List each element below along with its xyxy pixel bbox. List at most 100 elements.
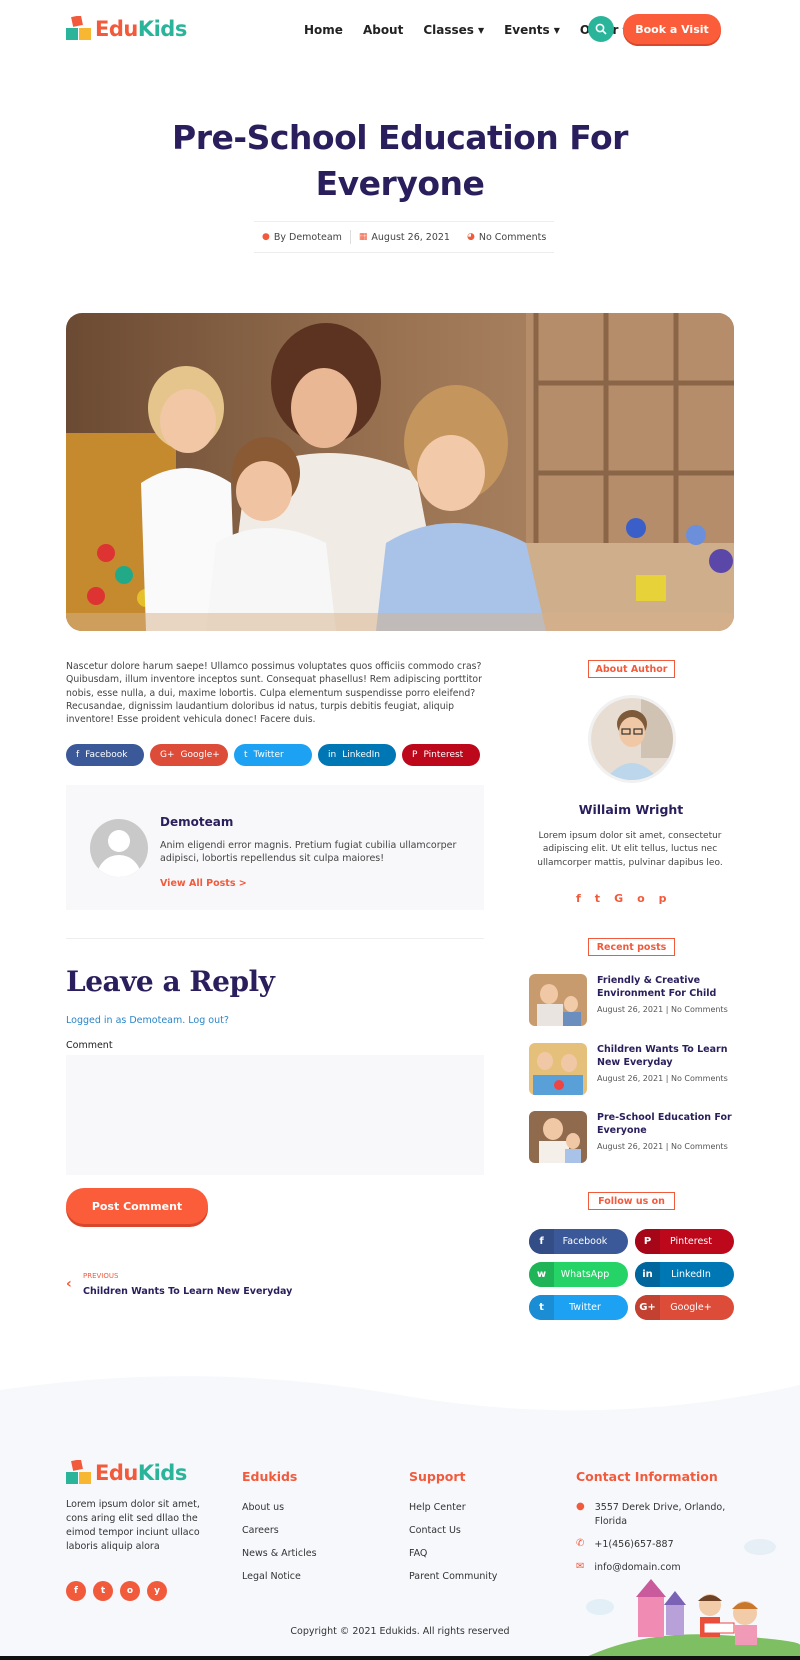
google-plus-icon: G+ xyxy=(635,1295,660,1320)
divider xyxy=(66,938,484,939)
calendar-icon: ▦ xyxy=(358,232,368,242)
pinterest-icon: P xyxy=(412,750,418,760)
footer-about: Lorem ipsum dolor sit amet, cons aring e… xyxy=(66,1499,200,1552)
pinterest-icon[interactable]: p xyxy=(659,892,667,905)
footer-logo[interactable]: EduKids xyxy=(66,1460,187,1486)
follow-buttons: f Facebook P Pinterest w WhatsApp in LinkedI… xyxy=(529,1229,734,1320)
twitter-icon: t xyxy=(529,1295,554,1320)
hero-image xyxy=(66,313,734,631)
twitter-icon[interactable]: t xyxy=(595,892,600,905)
youtube-icon[interactable]: y xyxy=(147,1581,167,1601)
recent-post-thumb xyxy=(529,1043,587,1095)
facebook-icon: f xyxy=(529,1229,554,1254)
nav-about[interactable]: About xyxy=(363,23,403,37)
instagram-icon[interactable]: o xyxy=(120,1581,140,1601)
follow-us-title: Follow us on xyxy=(588,1192,675,1210)
footer-link[interactable]: Legal Notice xyxy=(242,1565,317,1588)
footer-col-support-title: Support xyxy=(409,1469,466,1484)
facebook-icon[interactable]: f xyxy=(66,1581,86,1601)
footer-contact-title: Contact Information xyxy=(576,1469,718,1484)
footer-col-support: Help Center Contact Us FAQ Parent Commun… xyxy=(409,1496,497,1588)
post-comments[interactable]: ◕ No Comments xyxy=(459,232,554,243)
chevron-down-icon: ▼ xyxy=(553,25,560,35)
author-box-name: Demoteam xyxy=(160,815,234,829)
footer-social: f t o y xyxy=(66,1581,167,1601)
sidebar-author-bio: Lorem ipsum dolor sit amet, consectetur … xyxy=(537,831,723,868)
post-comment-button[interactable]: Post Comment xyxy=(66,1188,208,1224)
logo-text: EduKids xyxy=(95,17,187,41)
instagram-icon[interactable]: o xyxy=(637,892,645,905)
post-meta: ● By Demoteam ▦ August 26, 2021 ◕ No Commen… xyxy=(254,221,555,253)
author-box: Demoteam Anim eligendi error magnis. Pre… xyxy=(66,785,484,910)
facebook-icon[interactable]: f xyxy=(576,892,581,905)
previous-label: PREVIOUS xyxy=(83,1272,119,1280)
search-icon xyxy=(595,23,607,35)
footer-col-edukids: About us Careers News & Articles Legal N… xyxy=(242,1496,317,1588)
book-visit-button[interactable]: Book a Visit xyxy=(623,14,721,44)
share-linkedin-button[interactable]: in LinkedIn xyxy=(318,744,396,766)
linkedin-icon: in xyxy=(328,750,337,760)
twitter-icon[interactable]: t xyxy=(93,1581,113,1601)
footer-link[interactable]: Parent Community xyxy=(409,1565,497,1588)
site-logo[interactable]: EduKids xyxy=(66,16,187,42)
share-google-button[interactable]: G+ Google+ xyxy=(150,744,228,766)
follow-twitter-button[interactable]: t Twitter xyxy=(529,1295,628,1320)
follow-pinterest-button[interactable]: P Pinterest xyxy=(635,1229,734,1254)
recent-post-thumb xyxy=(529,974,587,1026)
recent-post-item[interactable]: Pre-School Education For Everyone August … xyxy=(529,1111,744,1163)
previous-title: Children Wants To Learn New Everyday xyxy=(83,1286,293,1297)
nav-events[interactable]: Events ▼ xyxy=(504,23,560,37)
kids-illustration xyxy=(580,1539,800,1660)
logged-in-text[interactable]: Logged in as Demoteam. Log out? xyxy=(66,1015,229,1026)
pinterest-icon: P xyxy=(635,1229,660,1254)
recent-post-thumb xyxy=(529,1111,587,1163)
footer-link[interactable]: Contact Us xyxy=(409,1519,497,1542)
comment-textarea[interactable] xyxy=(66,1055,484,1175)
footer-col-edukids-title: Edukids xyxy=(242,1469,298,1484)
share-pinterest-button[interactable]: P Pinterest xyxy=(402,744,480,766)
share-twitter-button[interactable]: t Twitter xyxy=(234,744,312,766)
page-title: Pre-School Education For Everyone xyxy=(172,118,628,203)
post-body: Nascetur dolore harum saepe! Ullamco pos… xyxy=(66,661,482,726)
follow-google-button[interactable]: G+ Google+ xyxy=(635,1295,734,1320)
main-nav: Home About Classes▼ Events▼ Other▼ xyxy=(304,20,629,40)
reply-heading: Leave a Reply xyxy=(66,965,275,998)
google-icon[interactable]: G xyxy=(614,892,623,905)
follow-whatsapp-button[interactable]: w WhatsApp xyxy=(529,1262,628,1287)
sidebar-author-name: Willaim Wright xyxy=(578,802,684,817)
footer-address: ● 3557 Derek Drive, Orlando, Florida xyxy=(576,1501,726,1527)
twitter-icon: t xyxy=(244,750,248,760)
post-author[interactable]: ● By Demoteam xyxy=(254,232,350,243)
footer-link[interactable]: News & Articles xyxy=(242,1542,317,1565)
about-author-title: About Author xyxy=(588,660,675,678)
footer-link[interactable]: FAQ xyxy=(409,1542,497,1565)
footer-link[interactable]: Help Center xyxy=(409,1496,497,1519)
location-pin-icon: ● xyxy=(576,1501,585,1512)
bottom-bar xyxy=(0,1656,800,1660)
google-plus-icon: G+ xyxy=(160,750,175,760)
nav-classes[interactable]: Classes ▼ xyxy=(423,23,484,37)
post-date[interactable]: ▦ August 26, 2021 xyxy=(351,232,458,243)
chevron-left-icon: ‹ xyxy=(66,1276,72,1292)
follow-facebook-button[interactable]: f Facebook xyxy=(529,1229,628,1254)
logo-text: EduKids xyxy=(95,1461,187,1485)
classroom-photo xyxy=(66,313,734,631)
share-buttons: f Facebook G+ Google+ t Twitter in LinkedIn … xyxy=(66,744,480,766)
recent-post-item[interactable]: Children Wants To Learn New Everyday Augu… xyxy=(529,1043,744,1095)
author-box-bio: Anim eligendi error magnis. Pretium fugi… xyxy=(160,840,457,865)
copyright: Copyright © 2021 Edukids. All rights res… xyxy=(290,1626,510,1637)
follow-linkedin-button[interactable]: in LinkedIn xyxy=(635,1262,734,1287)
footer-link[interactable]: Careers xyxy=(242,1519,317,1542)
facebook-icon: f xyxy=(76,750,80,760)
user-icon: ● xyxy=(262,232,270,242)
view-all-posts-link[interactable]: View All Posts > xyxy=(160,878,247,889)
share-facebook-button[interactable]: f Facebook xyxy=(66,744,144,766)
nav-home[interactable]: Home xyxy=(304,23,343,37)
footer-link[interactable]: About us xyxy=(242,1496,317,1519)
logo-blocks-icon xyxy=(66,1460,91,1484)
whatsapp-icon: w xyxy=(529,1262,554,1287)
recent-post-item[interactable]: Friendly & Creative Environment For Chil… xyxy=(529,974,744,1026)
search-button[interactable] xyxy=(588,16,614,42)
comment-icon: ◕ xyxy=(466,232,475,242)
author-photo xyxy=(588,695,676,783)
